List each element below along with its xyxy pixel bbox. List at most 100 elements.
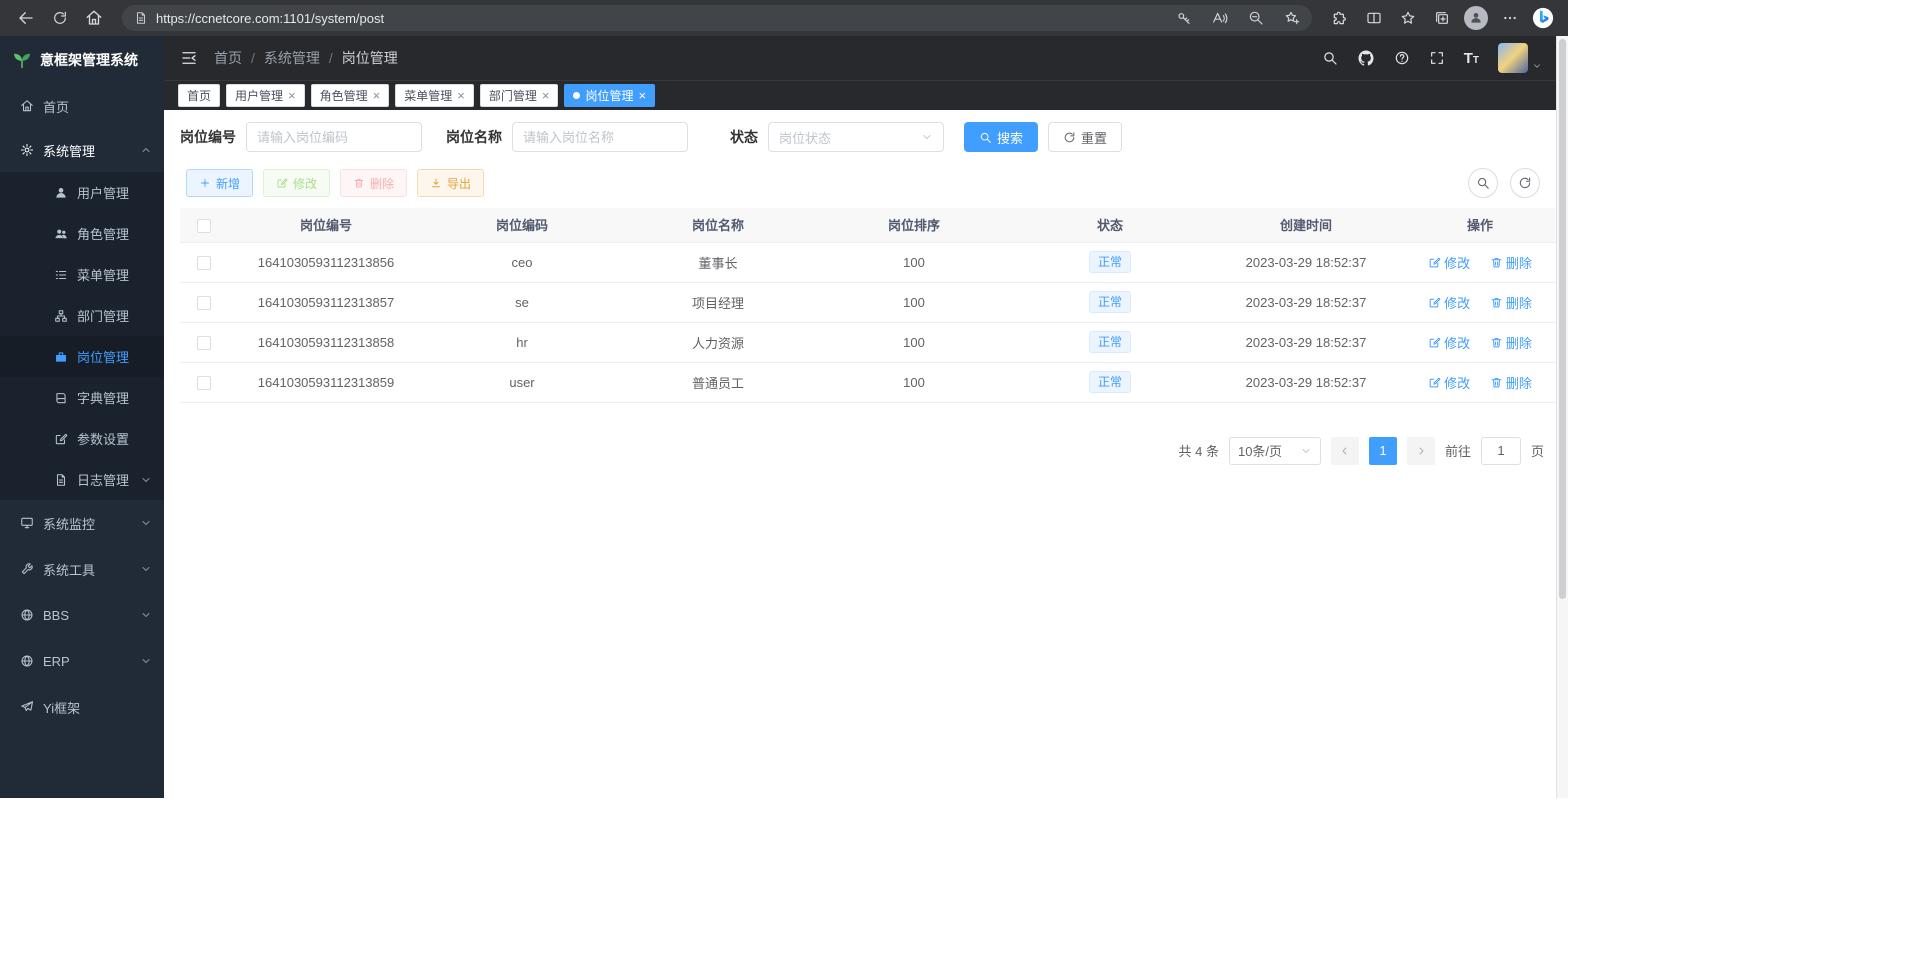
sidebar-item-role-management[interactable]: 角色管理 <box>0 213 164 254</box>
row-edit-link[interactable]: 修改 <box>1428 293 1470 312</box>
leaf-logo-icon <box>12 50 32 70</box>
sidebar-item-dict-management[interactable]: 字典管理 <box>0 377 164 418</box>
sidebar-item-home[interactable]: 首页 <box>0 84 164 128</box>
next-page-button[interactable] <box>1407 437 1435 465</box>
sidebar-item-menu-management[interactable]: 菜单管理 <box>0 254 164 295</box>
tab-role-management[interactable]: 角色管理 × <box>311 84 390 107</box>
row-delete-link[interactable]: 删除 <box>1490 253 1532 272</box>
extensions-button[interactable] <box>1324 4 1356 32</box>
post-name-input[interactable] <box>512 122 688 152</box>
tab-dept-management[interactable]: 部门管理 × <box>480 84 559 107</box>
post-name-label: 岗位名称 <box>446 127 502 147</box>
collections-button[interactable] <box>1426 4 1458 32</box>
close-icon[interactable]: × <box>457 89 465 102</box>
add-favorite-icon[interactable] <box>1278 6 1306 30</box>
reset-button[interactable]: 重置 <box>1048 122 1122 152</box>
sidebar-item-erp[interactable]: ERP <box>0 638 164 684</box>
sidebar-item-log-management[interactable]: 日志管理 <box>0 459 164 500</box>
tab-user-management[interactable]: 用户管理 × <box>226 84 305 107</box>
refresh-button[interactable] <box>44 4 76 32</box>
page-scrollbar[interactable] <box>1556 36 1568 798</box>
export-button[interactable]: 导出 <box>417 169 484 197</box>
sidebar-item-user-management[interactable]: 用户管理 <box>0 172 164 213</box>
sidebar-item-system-tools[interactable]: 系统工具 <box>0 546 164 592</box>
toggle-search-button[interactable] <box>1468 168 1498 198</box>
select-all-checkbox[interactable] <box>197 219 211 233</box>
favorites-button[interactable] <box>1392 4 1424 32</box>
post-code-input[interactable] <box>246 122 422 152</box>
address-bar[interactable]: https://ccnetcore.com:1101/system/post <box>122 5 1312 31</box>
cell-post-sort: 100 <box>903 375 925 390</box>
sidebar-collapse-button[interactable] <box>180 49 198 67</box>
sidebar-item-dept-management[interactable]: 部门管理 <box>0 295 164 336</box>
breadcrumb-system: 系统管理 <box>251 48 320 68</box>
sidebar-item-system-monitor[interactable]: 系统监控 <box>0 500 164 546</box>
url-text[interactable]: https://ccnetcore.com:1101/system/post <box>156 11 1162 26</box>
github-button[interactable] <box>1357 49 1375 67</box>
close-icon[interactable]: × <box>638 89 646 102</box>
goto-label: 前往 <box>1445 441 1471 460</box>
row-edit-link[interactable]: 修改 <box>1428 333 1470 352</box>
paper-plane-icon <box>20 700 34 714</box>
home-button[interactable] <box>78 4 110 32</box>
prev-page-button[interactable] <box>1331 437 1359 465</box>
status-select[interactable]: 岗位状态 <box>768 122 944 152</box>
globe-icon <box>20 654 34 668</box>
site-info-icon[interactable] <box>134 11 148 25</box>
row-edit-link[interactable]: 修改 <box>1428 253 1470 272</box>
page-size-select[interactable]: 10条/页 <box>1229 437 1321 465</box>
settings-menu-button[interactable] <box>1494 4 1526 32</box>
row-edit-link[interactable]: 修改 <box>1428 373 1470 392</box>
sidebar-item-post-management[interactable]: 岗位管理 <box>0 336 164 377</box>
tab-post-management[interactable]: 岗位管理 × <box>564 84 655 107</box>
sidebar-item-system-management[interactable]: 系统管理 <box>0 128 164 172</box>
close-icon[interactable]: × <box>288 89 296 102</box>
back-button[interactable] <box>10 4 42 32</box>
user-menu[interactable] <box>1498 43 1542 73</box>
close-icon[interactable]: × <box>542 89 550 102</box>
tab-home[interactable]: 首页 <box>178 84 220 107</box>
goto-page-input[interactable] <box>1481 437 1521 465</box>
breadcrumb-home[interactable]: 首页 <box>214 48 242 68</box>
row-checkbox[interactable] <box>197 336 211 350</box>
delete-button[interactable]: 删除 <box>340 169 407 197</box>
col-actions: 操作 <box>1404 208 1556 242</box>
help-button[interactable] <box>1394 50 1410 66</box>
row-checkbox[interactable] <box>197 296 211 310</box>
row-checkbox[interactable] <box>197 256 211 270</box>
row-checkbox[interactable] <box>197 376 211 390</box>
passwords-icon[interactable] <box>1170 6 1198 30</box>
sidebar-item-yi-framework[interactable]: Yi框架 <box>0 684 164 730</box>
zoom-icon[interactable] <box>1242 6 1270 30</box>
breadcrumb: 首页 系统管理 岗位管理 <box>214 48 398 68</box>
tags-view-bar: 首页 用户管理 × 角色管理 × 菜单管理 × 部门管理 <box>164 80 1556 110</box>
close-icon[interactable]: × <box>373 89 381 102</box>
header-search-button[interactable] <box>1322 50 1338 66</box>
sidebar-item-param-settings[interactable]: 参数设置 <box>0 418 164 459</box>
page-1-button[interactable]: 1 <box>1369 437 1397 465</box>
fullscreen-button[interactable] <box>1429 50 1445 66</box>
row-delete-link[interactable]: 删除 <box>1490 293 1532 312</box>
table-row: 1641030593112313858 hr 人力资源 100 正常 2023-… <box>180 322 1556 362</box>
bing-icon <box>1532 7 1554 29</box>
font-size-button[interactable]: TT <box>1464 51 1479 66</box>
add-button[interactable]: 新增 <box>186 169 253 197</box>
scrollbar-thumb[interactable] <box>1559 39 1566 599</box>
sidebar-item-bbs[interactable]: BBS <box>0 592 164 638</box>
profile-button[interactable] <box>1460 4 1492 32</box>
table-row: 1641030593112313856 ceo 董事长 100 正常 2023-… <box>180 242 1556 282</box>
refresh-table-button[interactable] <box>1510 168 1540 198</box>
read-aloud-icon[interactable] <box>1206 6 1234 30</box>
edit-button[interactable]: 修改 <box>263 169 330 197</box>
total-count: 共 4 条 <box>1179 441 1219 460</box>
table-utility-buttons <box>1468 168 1540 198</box>
row-delete-link[interactable]: 删除 <box>1490 333 1532 352</box>
tab-menu-management[interactable]: 菜单管理 × <box>395 84 474 107</box>
row-delete-link[interactable]: 删除 <box>1490 373 1532 392</box>
split-screen-button[interactable] <box>1358 4 1390 32</box>
user-avatar[interactable] <box>1498 43 1528 73</box>
bing-copilot-button[interactable] <box>1528 4 1558 32</box>
cell-post-name: 普通员工 <box>692 376 744 391</box>
search-button[interactable]: 搜索 <box>964 122 1038 152</box>
main-area: 首页 系统管理 岗位管理 TT <box>164 36 1556 798</box>
